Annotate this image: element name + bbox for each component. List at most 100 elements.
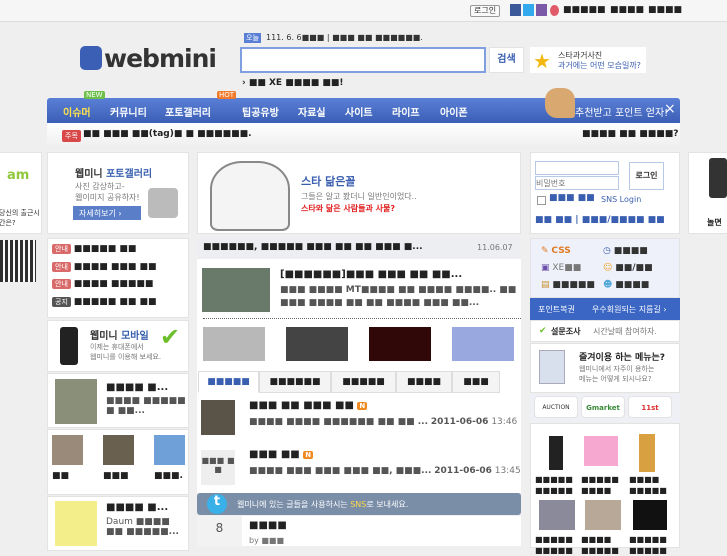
video-thumbnail[interactable] <box>55 379 97 424</box>
quick-item[interactable]: ✎ CSS <box>541 246 571 256</box>
top-link[interactable]: ■■■■ <box>610 5 644 15</box>
sns-login-link[interactable]: SNS Login <box>601 195 641 204</box>
gallery-thumbnail[interactable] <box>286 327 348 361</box>
headline-text[interactable]: ■■■■■■, ■■■■■ ■■■ ■■ ■■ ■■■ ■... <box>203 242 423 252</box>
star-lookalike-ad[interactable]: 스타 닮은꼴 그들은 알고 봤더니 일반인이었다.. 스타와 닮은 사람들과 사… <box>197 152 521 234</box>
product-name[interactable]: ■■■■■ ■■■■ <box>581 474 625 496</box>
favorite-menu-survey[interactable]: 즐겨이용 하는 메뉴는? 웹미니에서 자주이 용하는 메뉴는 어떻게 되시나요? <box>530 343 680 393</box>
product-name[interactable]: ■■■■ ■■■■■ <box>629 474 673 496</box>
thumbnail[interactable] <box>103 435 134 465</box>
product-name[interactable]: ■■■■■ ■■■■■ <box>629 534 673 556</box>
post-title[interactable]: ■■■ ■■ ■■■ ■■ N <box>249 400 368 411</box>
nav-item[interactable]: 자료실 <box>298 104 326 119</box>
thumb-label[interactable]: ■■ <box>52 471 69 481</box>
nav-item[interactable]: 팁공유방 <box>242 104 279 119</box>
nav-item[interactable]: 아이폰 <box>440 104 468 119</box>
product-image[interactable] <box>539 500 575 530</box>
post-title[interactable]: ■■■■ ■... <box>106 382 168 393</box>
vip-link[interactable]: 우수회원되는 지름길 › <box>592 304 667 315</box>
product-name[interactable]: ■■■■■ ■■■■■ <box>535 474 579 496</box>
sub-right-link[interactable]: ■■■■ ■■ ■■■■? <box>582 129 679 139</box>
login-button[interactable]: 로그인 <box>629 162 664 190</box>
quick-item[interactable]: ☺ ■■/■■ <box>603 263 653 273</box>
article-thumbnail[interactable] <box>202 268 270 312</box>
tab[interactable]: ■■■■ <box>396 371 452 393</box>
survey[interactable]: ✔ 설문조사 시간날때 참여하자. <box>530 320 680 342</box>
close-icon[interactable]: × <box>664 101 676 117</box>
post-thumbnail[interactable] <box>201 400 235 435</box>
product-image[interactable] <box>639 434 655 472</box>
remember-checkbox[interactable] <box>537 196 546 205</box>
top-login-button[interactable]: 로그인 <box>470 5 501 17</box>
gallery-thumbnail[interactable] <box>369 327 431 361</box>
daum-thumbnail[interactable] <box>55 501 97 546</box>
notice-item[interactable]: 안내 ■■■■■ ■■ <box>52 244 136 254</box>
sns-bar[interactable]: t 웹미니에 있는 글들을 사용하시는 SNS로 보내세요. <box>197 493 521 515</box>
nav-item[interactable]: 이슈머 <box>63 104 91 119</box>
mobile-ad[interactable]: 웹미니 모바일 이제는 휴대폰에서 웹미니를 이용해 보세요. ✔ <box>47 320 189 372</box>
point-lottery-link[interactable]: 포인트복권 <box>538 304 575 315</box>
quick-item[interactable]: ☻ ■■■■ <box>603 280 649 290</box>
product-name[interactable]: ■■■■■ ■■■■■ <box>535 534 579 556</box>
star-past-ad[interactable]: ★ 스타과거사진 과거에는 어떤 모습일까? <box>530 47 646 73</box>
nav-item[interactable]: 라이프 <box>392 104 420 119</box>
post-title[interactable]: ■■■■ <box>249 520 287 531</box>
gmarket-link[interactable]: Gmarket <box>581 396 625 418</box>
gallery-thumbnail[interactable] <box>203 327 265 361</box>
tab[interactable]: ■■■ <box>452 371 500 393</box>
auction-link[interactable]: AUCTION <box>534 396 578 418</box>
facebook-icon[interactable] <box>510 4 521 16</box>
nav-item[interactable]: 포토갤러리 <box>165 104 211 119</box>
ad-title: 웹미니 <box>90 331 122 342</box>
nav-item[interactable]: 커뮤니티 <box>110 104 147 119</box>
camera-icon <box>148 188 178 218</box>
thumbnail[interactable] <box>52 435 83 465</box>
quick-item[interactable]: ▤ ■■■■■ <box>541 280 595 290</box>
phone-ad[interactable]: 놀면 <box>688 152 727 234</box>
quick-item[interactable]: ◷ ■■■■ <box>603 246 648 256</box>
me2day-icon[interactable] <box>536 4 547 16</box>
post-title[interactable]: ■■■■ ■... <box>106 502 168 513</box>
search-button[interactable]: 검색 <box>489 47 524 73</box>
photo-gallery-ad[interactable]: 웹미니 포토갤러리 사진 감상하고- 웹이미지 공유하자! 자세히보기 › <box>47 152 189 234</box>
product-image[interactable] <box>633 500 667 530</box>
account-links[interactable]: ■■ ■■ | ■■■/■■■■ ■■ <box>535 215 665 225</box>
promo-text[interactable]: 추천받고 포인트 얻자! <box>575 104 668 119</box>
top-link[interactable]: ■■■■■ <box>563 5 606 15</box>
product-image[interactable] <box>584 436 618 466</box>
twitter-icon[interactable] <box>523 4 534 16</box>
11st-link[interactable]: 11st <box>628 396 672 418</box>
gallery-thumbnail[interactable] <box>452 327 514 361</box>
left-post[interactable]: ■■■■ ■... Daum ■■■■ ■■ ■■■■■... <box>47 496 189 551</box>
sub-notice[interactable]: ■■ ■■■ ■■(tag)■ ■ ■■■■■■. <box>83 129 252 139</box>
thumb-label[interactable]: ■■■ <box>103 471 129 481</box>
quick-item[interactable]: ▣ XE■■ <box>541 263 581 273</box>
point-bar[interactable]: 포인트복권 우수회원되는 지름길 › <box>530 298 680 320</box>
article-title[interactable]: [■■■■■■]■■■ ■■■ ■■ ■■... <box>280 269 462 280</box>
nav-item[interactable]: 사이트 <box>345 104 373 119</box>
notice-item[interactable]: 안내 ■■■■ ■■■■■ <box>52 279 153 289</box>
thumbnail[interactable] <box>154 435 185 465</box>
details-button[interactable]: 자세히보기 › <box>73 206 141 220</box>
id-input[interactable] <box>535 161 619 175</box>
top-link[interactable]: ■■■■ <box>648 5 682 15</box>
header-notice[interactable]: › ■■ XE ■■■■ ■■! <box>242 78 343 88</box>
tab[interactable]: ■■■■■ <box>331 371 396 393</box>
product-image[interactable] <box>549 436 563 470</box>
notice-item[interactable]: 공지 ■■■■■ ■■ ■■ <box>52 297 157 307</box>
logo[interactable]: webmini <box>80 44 217 73</box>
password-input[interactable] <box>535 176 619 190</box>
post-title[interactable]: ■■■ ■■ N <box>249 449 314 460</box>
thumb-label[interactable]: ■■■. <box>154 471 183 481</box>
fav-title: 즐겨이용 하는 메뉴는? <box>579 353 666 363</box>
notice-item[interactable]: 안내 ■■■■ ■■■ ■■ <box>52 262 157 272</box>
tab[interactable]: ■■■■■■ <box>259 371 331 393</box>
post-thumbnail-placeholder[interactable]: ■■■ ■ ■ <box>201 450 235 485</box>
product-image[interactable] <box>585 500 621 530</box>
tab[interactable]: ■■■■■ <box>198 371 259 393</box>
yozm-icon[interactable] <box>550 5 559 16</box>
product-name[interactable]: ■■■■ ■■■■■ <box>581 534 625 556</box>
gam-ad[interactable]: am 당신의 출근시간은? <box>0 152 42 234</box>
search-input[interactable] <box>240 47 486 73</box>
left-post[interactable]: ■■■■ ■... ■■■■ ■■■■■ ■ ■■... <box>47 373 189 428</box>
